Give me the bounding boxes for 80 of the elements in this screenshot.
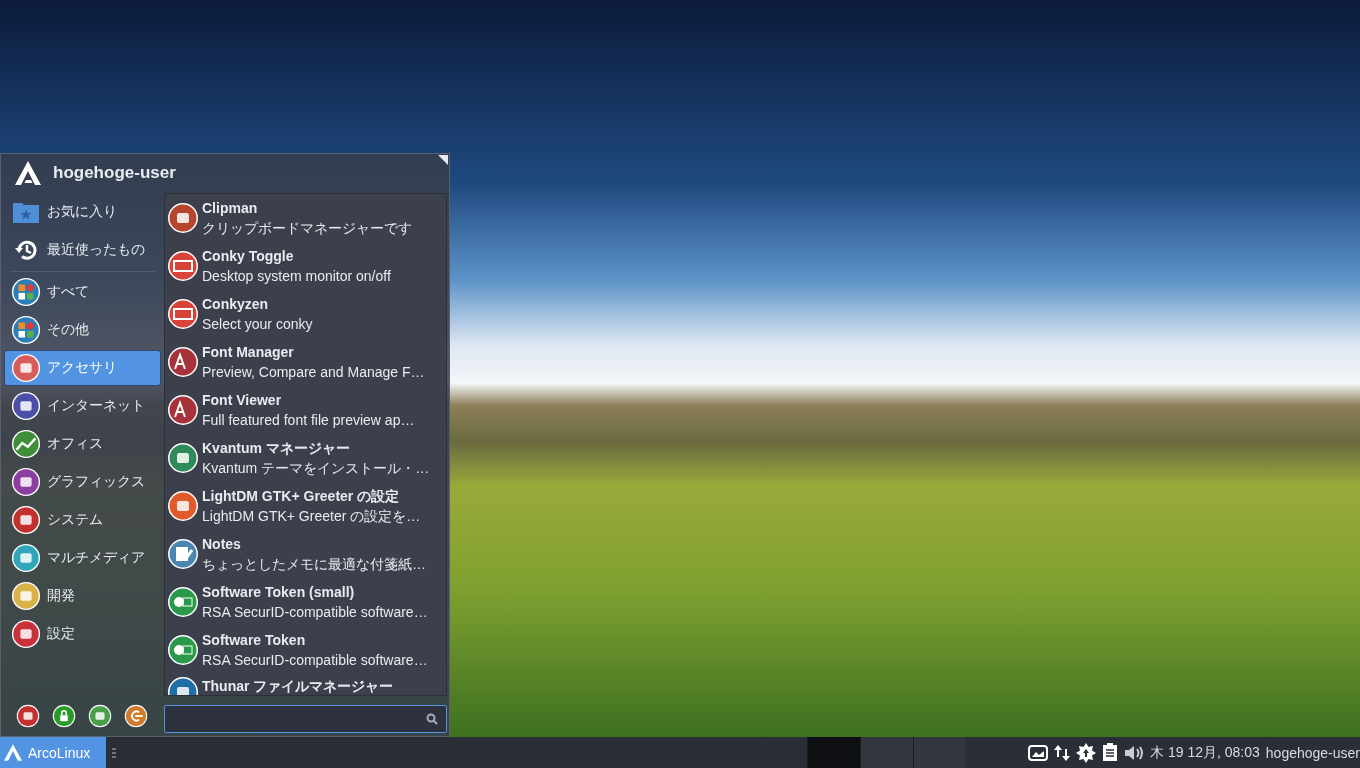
app-description: Desktop system monitor on/off (202, 267, 391, 286)
app-icon (167, 202, 199, 234)
settings-icon (16, 704, 40, 728)
logout-icon (124, 704, 148, 728)
category-icon (11, 315, 41, 345)
app-item[interactable]: Font Viewer Full featured font file preview ap… (165, 386, 446, 434)
app-item[interactable]: Font Manager Preview, Compare and Manage F… (165, 338, 446, 386)
app-item[interactable]: Conky Toggle Desktop system monitor on/off (165, 242, 446, 290)
app-icon (167, 346, 199, 378)
app-icon (167, 634, 199, 666)
category-icon (11, 543, 41, 573)
app-item[interactable]: Clipman クリップボードマネージャーです (165, 194, 446, 242)
logo-icon (15, 161, 41, 185)
category-item[interactable]: インターネット (4, 388, 161, 424)
app-description: Kvantum テーマをインストール・… (202, 459, 430, 478)
search-icon (426, 713, 438, 726)
app-name: Font Viewer (202, 391, 283, 410)
app-icon (167, 298, 199, 330)
category-item[interactable]: マルチメディア (4, 540, 161, 576)
app-name: Kvantum マネージャー (202, 439, 351, 458)
star-folder-icon (12, 200, 40, 224)
category-item[interactable]: オフィス (4, 426, 161, 462)
user-name: hogehoge-user (53, 163, 176, 183)
app-description: LightDM GTK+ Greeter の設定を… (202, 507, 421, 526)
app-name: LightDM GTK+ Greeter の設定 (202, 487, 401, 506)
app-description: Preview, Compare and Manage F… (202, 363, 425, 382)
category-item[interactable]: 最近使ったもの (4, 232, 161, 268)
app-name: Conkyzen (202, 295, 270, 314)
app-description: RSA SecurID-compatible software… (202, 651, 428, 670)
category-item[interactable]: その他 (4, 312, 161, 348)
app-description: Select your conky (202, 315, 313, 334)
clock[interactable]: 木 19 12月, 08:03 (1150, 743, 1260, 762)
category-item[interactable]: グラフィックス (4, 464, 161, 500)
app-icon (167, 538, 199, 570)
category-icon (11, 429, 41, 459)
update-badge-icon[interactable] (1076, 742, 1097, 763)
category-icon (11, 581, 41, 611)
app-item[interactable]: Software Token (small) RSA SecurID-compatible software… (165, 578, 446, 626)
category-icon (11, 467, 41, 497)
category-icon (11, 619, 41, 649)
app-item[interactable]: Kvantum マネージャー Kvantum テーマをインストール・… (165, 434, 446, 482)
lock-icon (52, 704, 76, 728)
category-icon (11, 505, 41, 535)
handle-icon[interactable] (112, 747, 117, 758)
app-icon (167, 442, 199, 474)
app-item[interactable]: Notes ちょっとしたメモに最適な付箋紙… (165, 530, 446, 578)
app-name: Software Token (small) (202, 583, 356, 602)
taskbar-user-name[interactable]: hogehoge-user (1265, 744, 1360, 761)
app-item[interactable]: Conkyzen Select your conky (165, 290, 446, 338)
app-item[interactable]: LightDM GTK+ Greeter の設定 LightDM GTK+ Greeter の設定を… (165, 482, 446, 530)
volume-icon[interactable] (1124, 744, 1145, 761)
app-name: Conky Toggle (202, 247, 295, 266)
app-name: Clipman (202, 199, 259, 218)
app-icon (167, 490, 199, 522)
resize-corner-icon[interactable] (438, 155, 448, 165)
app-description: Full featured font file preview ap… (202, 411, 415, 430)
transfer-arrows-icon[interactable] (1054, 743, 1071, 762)
app-item[interactable]: Software Token RSA SecurID-compatible software… (165, 626, 446, 674)
app-name: Notes (202, 535, 242, 554)
image-icon[interactable] (1028, 744, 1049, 761)
app-name: Font Manager (202, 343, 295, 362)
app-icon (167, 394, 199, 426)
category-item[interactable]: 開発 (4, 578, 161, 614)
logo-icon (4, 744, 22, 761)
category-item[interactable]: システム (4, 502, 161, 538)
app-name: Thunar ファイルマネージャー (202, 677, 394, 696)
app-description: RSA SecurID-compatible software… (202, 603, 428, 622)
app-icon (167, 586, 199, 618)
clipboard-icon[interactable] (1102, 743, 1119, 762)
category-item[interactable]: お気に入り (4, 194, 161, 230)
app-name: Software Token (202, 631, 307, 650)
search-field[interactable] (164, 705, 447, 733)
app-icon (167, 250, 199, 282)
category-icon (11, 277, 41, 307)
category-item[interactable]: 設定 (4, 616, 161, 652)
category-item[interactable]: すべて (4, 274, 161, 310)
category-icon (11, 353, 41, 383)
app-description: クリップボードマネージャーです (202, 219, 412, 238)
app-description: ちょっとしたメモに最適な付箋紙… (202, 555, 426, 574)
category-icon (11, 391, 41, 421)
